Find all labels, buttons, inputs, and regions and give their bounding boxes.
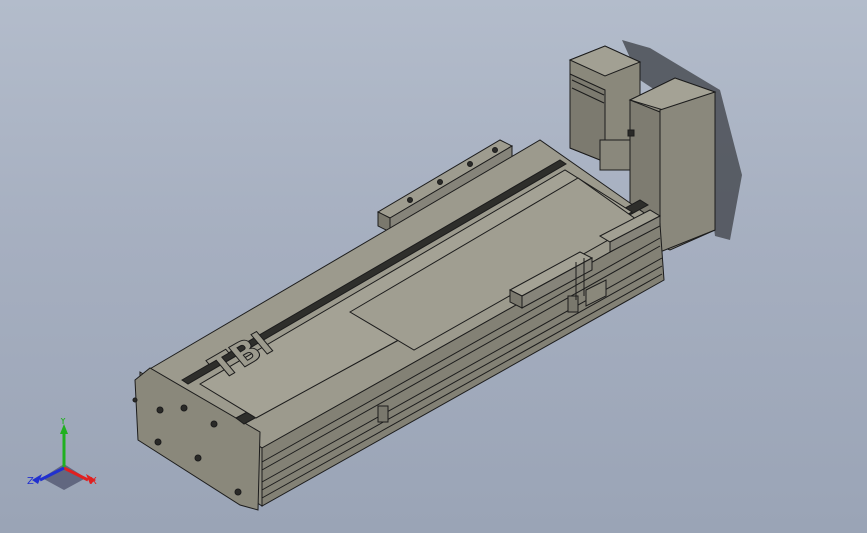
y-axis-label: Y [59, 418, 67, 427]
actuator-body[interactable]: TBI [132, 139, 665, 511]
z-axis-label: Z [27, 476, 34, 487]
coordinate-triad: Y X Z [27, 418, 97, 490]
linear-actuator-model[interactable]: TBI [0, 0, 867, 533]
3d-viewport[interactable]: TBI Y X Z [0, 0, 867, 533]
x-axis-label: X [90, 476, 97, 487]
